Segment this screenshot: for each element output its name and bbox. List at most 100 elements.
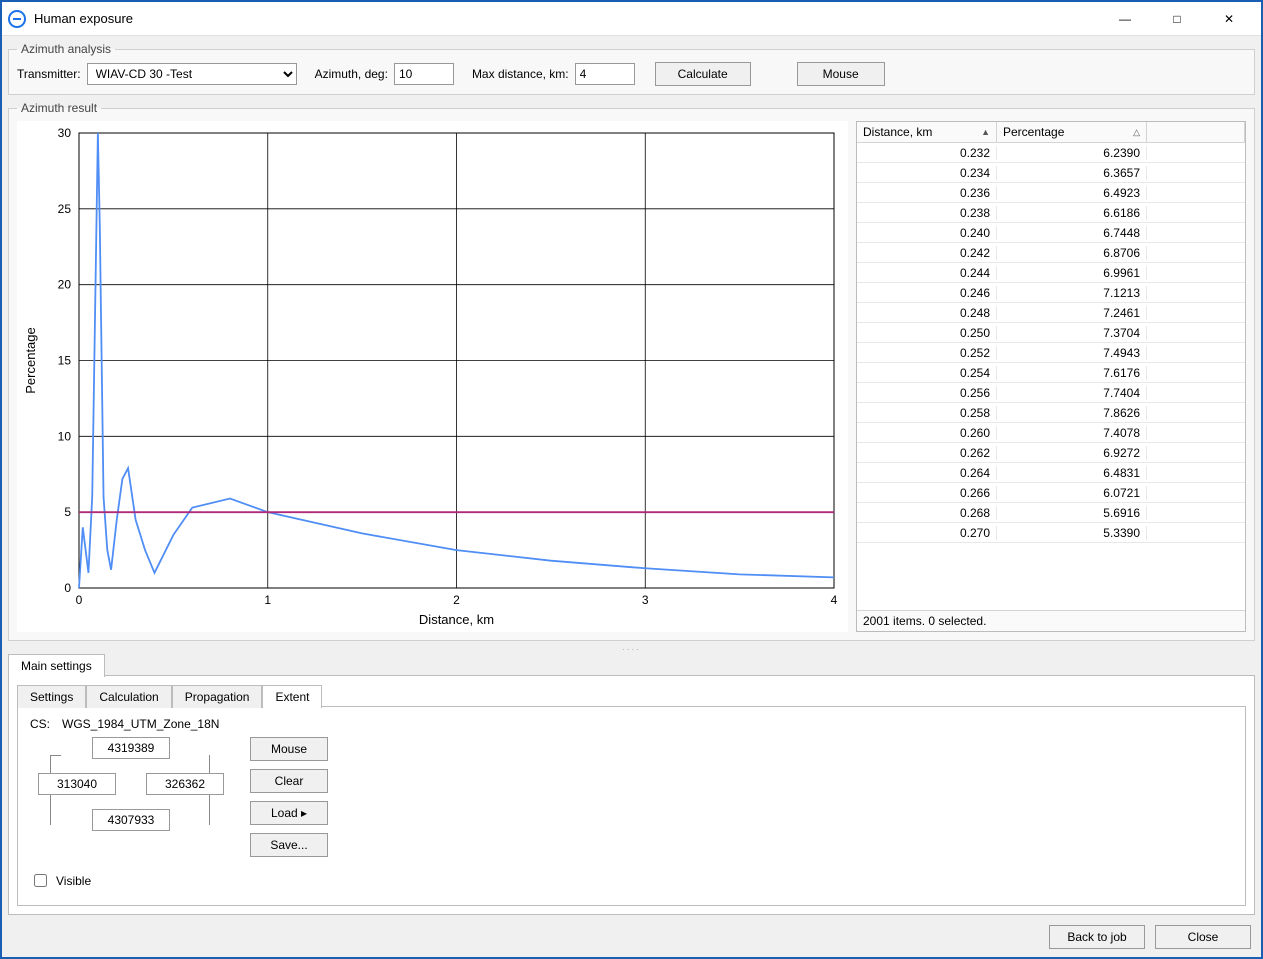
svg-text:2: 2	[453, 593, 460, 607]
extent-save-button[interactable]: Save...	[250, 833, 328, 857]
cell-distance: 0.242	[857, 246, 997, 260]
grid-status: 2001 items. 0 selected.	[857, 610, 1245, 631]
cell-percentage: 6.7448	[997, 226, 1147, 240]
azimuth-result-legend: Azimuth result	[17, 101, 101, 115]
tab-settings[interactable]: Settings	[17, 685, 86, 708]
cell-percentage: 6.4923	[997, 186, 1147, 200]
table-row[interactable]: 0.2527.4943	[857, 343, 1245, 363]
col-percentage-header[interactable]: Percentage △	[997, 122, 1147, 142]
cell-percentage: 6.3657	[997, 166, 1147, 180]
cell-distance: 0.246	[857, 286, 997, 300]
table-row[interactable]: 0.2446.9961	[857, 263, 1245, 283]
table-row[interactable]: 0.2346.3657	[857, 163, 1245, 183]
svg-text:25: 25	[58, 202, 72, 216]
svg-text:20: 20	[58, 278, 72, 292]
cell-distance: 0.266	[857, 486, 997, 500]
maximize-button[interactable]: □	[1151, 3, 1203, 35]
col-distance-header[interactable]: Distance, km ▲	[857, 122, 997, 142]
maxdist-label: Max distance, km:	[472, 67, 569, 81]
svg-text:30: 30	[58, 126, 72, 140]
human-exposure-window: Human exposure — □ ✕ Azimuth analysis Tr…	[0, 0, 1263, 959]
cell-percentage: 6.6186	[997, 206, 1147, 220]
table-row[interactable]: 0.2587.8626	[857, 403, 1245, 423]
table-row[interactable]: 0.2607.4078	[857, 423, 1245, 443]
sort-asc-icon: ▲	[981, 127, 990, 137]
col-extra-header[interactable]	[1147, 122, 1245, 142]
percentage-chart: 01234051015202530Distance, kmPercentage	[17, 121, 848, 632]
table-row[interactable]: 0.2567.7404	[857, 383, 1245, 403]
table-row[interactable]: 0.2626.9272	[857, 443, 1245, 463]
footer-buttons: Back to job Close	[8, 915, 1255, 953]
cell-distance: 0.252	[857, 346, 997, 360]
cell-distance: 0.254	[857, 366, 997, 380]
table-row[interactable]: 0.2705.3390	[857, 523, 1245, 543]
cell-percentage: 7.2461	[997, 306, 1147, 320]
close-button[interactable]: ✕	[1203, 3, 1255, 35]
svg-text:4: 4	[831, 593, 838, 607]
extent-clear-button[interactable]: Clear	[250, 769, 328, 793]
main-settings-panel: Settings Calculation Propagation Extent …	[8, 675, 1255, 915]
cell-percentage: 7.4078	[997, 426, 1147, 440]
cell-percentage: 6.9272	[997, 446, 1147, 460]
table-row[interactable]: 0.2366.4923	[857, 183, 1245, 203]
extent-south-input[interactable]	[92, 809, 170, 831]
tab-propagation[interactable]: Propagation	[172, 685, 263, 708]
svg-text:10: 10	[58, 429, 72, 443]
transmitter-select[interactable]: WIAV-CD 30 -Test	[87, 63, 297, 85]
table-row[interactable]: 0.2426.8706	[857, 243, 1245, 263]
maxdist-input[interactable]	[575, 63, 635, 85]
table-row[interactable]: 0.2487.2461	[857, 303, 1245, 323]
table-row[interactable]: 0.2467.1213	[857, 283, 1245, 303]
cell-distance: 0.270	[857, 526, 997, 540]
app-icon	[8, 10, 26, 28]
minimize-button[interactable]: —	[1099, 3, 1151, 35]
azimuth-analysis-legend: Azimuth analysis	[17, 42, 115, 56]
cs-label: CS:	[30, 717, 50, 731]
result-grid: Distance, km ▲ Percentage △ 0.2326.23900…	[856, 121, 1246, 632]
cell-percentage: 7.3704	[997, 326, 1147, 340]
mouse-button[interactable]: Mouse	[797, 62, 885, 86]
extent-west-input[interactable]	[38, 773, 116, 795]
table-row[interactable]: 0.2386.6186	[857, 203, 1245, 223]
svg-text:0: 0	[76, 593, 83, 607]
azimuth-input[interactable]	[394, 63, 454, 85]
table-row[interactable]: 0.2646.4831	[857, 463, 1245, 483]
table-row[interactable]: 0.2685.6916	[857, 503, 1245, 523]
content-area: Azimuth analysis Transmitter: WIAV-CD 30…	[2, 36, 1261, 957]
cell-percentage: 6.9961	[997, 266, 1147, 280]
cell-percentage: 5.3390	[997, 526, 1147, 540]
close-dialog-button[interactable]: Close	[1155, 925, 1251, 949]
cell-distance: 0.244	[857, 266, 997, 280]
svg-text:5: 5	[64, 505, 71, 519]
extent-east-input[interactable]	[146, 773, 224, 795]
cell-percentage: 7.4943	[997, 346, 1147, 360]
table-row[interactable]: 0.2547.6176	[857, 363, 1245, 383]
cell-distance: 0.240	[857, 226, 997, 240]
table-row[interactable]: 0.2326.2390	[857, 143, 1245, 163]
extent-load-button[interactable]: Load ▸	[250, 801, 328, 825]
cell-distance: 0.248	[857, 306, 997, 320]
cell-distance: 0.268	[857, 506, 997, 520]
window-title: Human exposure	[34, 11, 1099, 26]
cell-distance: 0.258	[857, 406, 997, 420]
extent-north-input[interactable]	[92, 737, 170, 759]
horizontal-splitter[interactable]: ····	[8, 645, 1255, 653]
calculate-button[interactable]: Calculate	[655, 62, 751, 86]
tab-extent[interactable]: Extent	[262, 685, 322, 708]
table-row[interactable]: 0.2507.3704	[857, 323, 1245, 343]
cell-distance: 0.234	[857, 166, 997, 180]
svg-text:Distance, km: Distance, km	[419, 612, 494, 627]
tab-main-settings[interactable]: Main settings	[8, 654, 105, 677]
tab-calculation[interactable]: Calculation	[86, 685, 171, 708]
cs-value: WGS_1984_UTM_Zone_18N	[62, 717, 219, 731]
table-row[interactable]: 0.2406.7448	[857, 223, 1245, 243]
cell-distance: 0.238	[857, 206, 997, 220]
svg-text:3: 3	[642, 593, 649, 607]
visible-checkbox[interactable]	[34, 874, 47, 887]
table-row[interactable]: 0.2666.0721	[857, 483, 1245, 503]
back-to-job-button[interactable]: Back to job	[1049, 925, 1145, 949]
cell-percentage: 7.6176	[997, 366, 1147, 380]
extent-mouse-button[interactable]: Mouse	[250, 737, 328, 761]
cell-distance: 0.262	[857, 446, 997, 460]
grid-body[interactable]: 0.2326.23900.2346.36570.2366.49230.2386.…	[857, 143, 1245, 610]
